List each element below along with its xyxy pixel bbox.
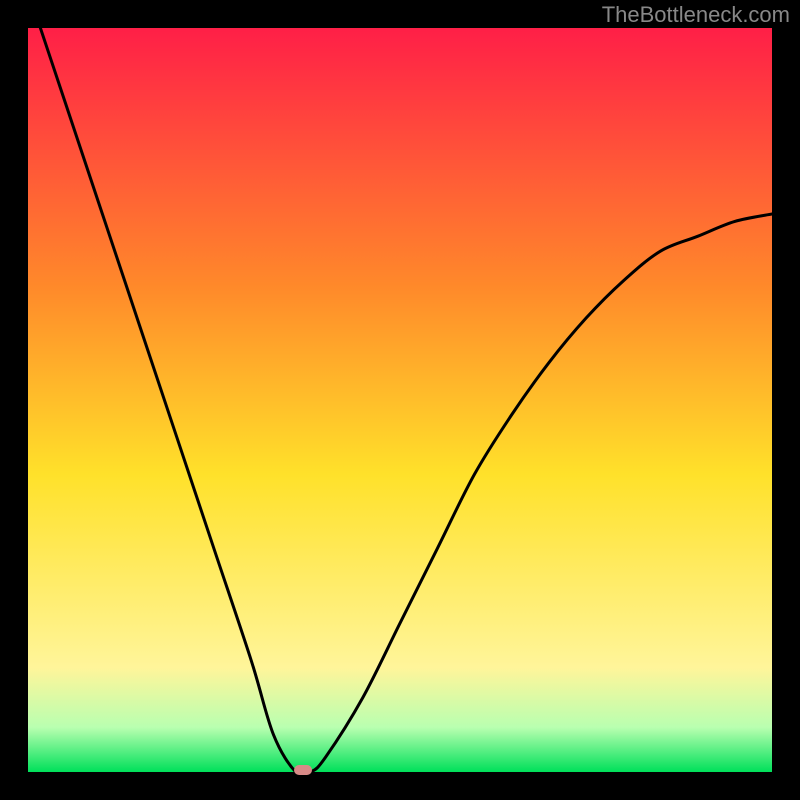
chart-frame: [28, 28, 772, 772]
optimal-point-marker: [294, 765, 312, 775]
watermark-text: TheBottleneck.com: [602, 2, 790, 28]
chart-svg: [28, 28, 772, 772]
gradient-background: [28, 28, 772, 772]
